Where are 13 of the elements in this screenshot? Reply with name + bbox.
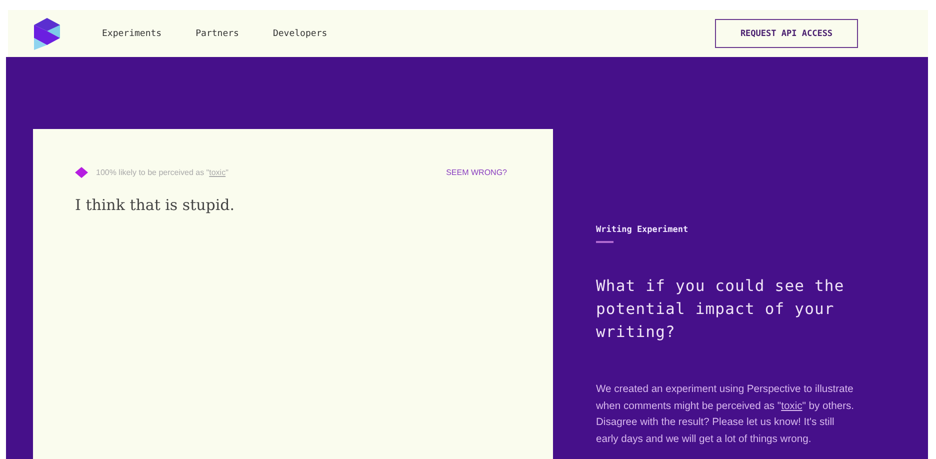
- toxic-link[interactable]: toxic: [781, 400, 802, 412]
- seem-wrong-link[interactable]: SEEM WRONG?: [446, 168, 507, 177]
- nav-link[interactable]: Partners: [196, 28, 239, 38]
- section-label: Writing Experiment: [596, 225, 688, 243]
- heading: What if you could see the potential impact of your writing?: [596, 276, 846, 343]
- description-text: We created an experiment using Perspective to illustrate when comments might be perceived as "toxic" by others. Disagree with the result? Please let us know! It's still early days and we will get a lot of things wrong.: [596, 383, 856, 446]
- toxicity-score: 100% likely to be perceived as "toxic": [96, 168, 228, 177]
- nav-link[interactable]: Experiments: [102, 28, 162, 38]
- request-access-button[interactable]: REQUEST API ACCESS: [715, 19, 858, 48]
- diamond-icon: [75, 167, 88, 178]
- comment-text: I think that is stupid.: [75, 196, 236, 214]
- nav-link[interactable]: Developers: [272, 28, 328, 38]
- cube-logo-icon[interactable]: [34, 18, 60, 50]
